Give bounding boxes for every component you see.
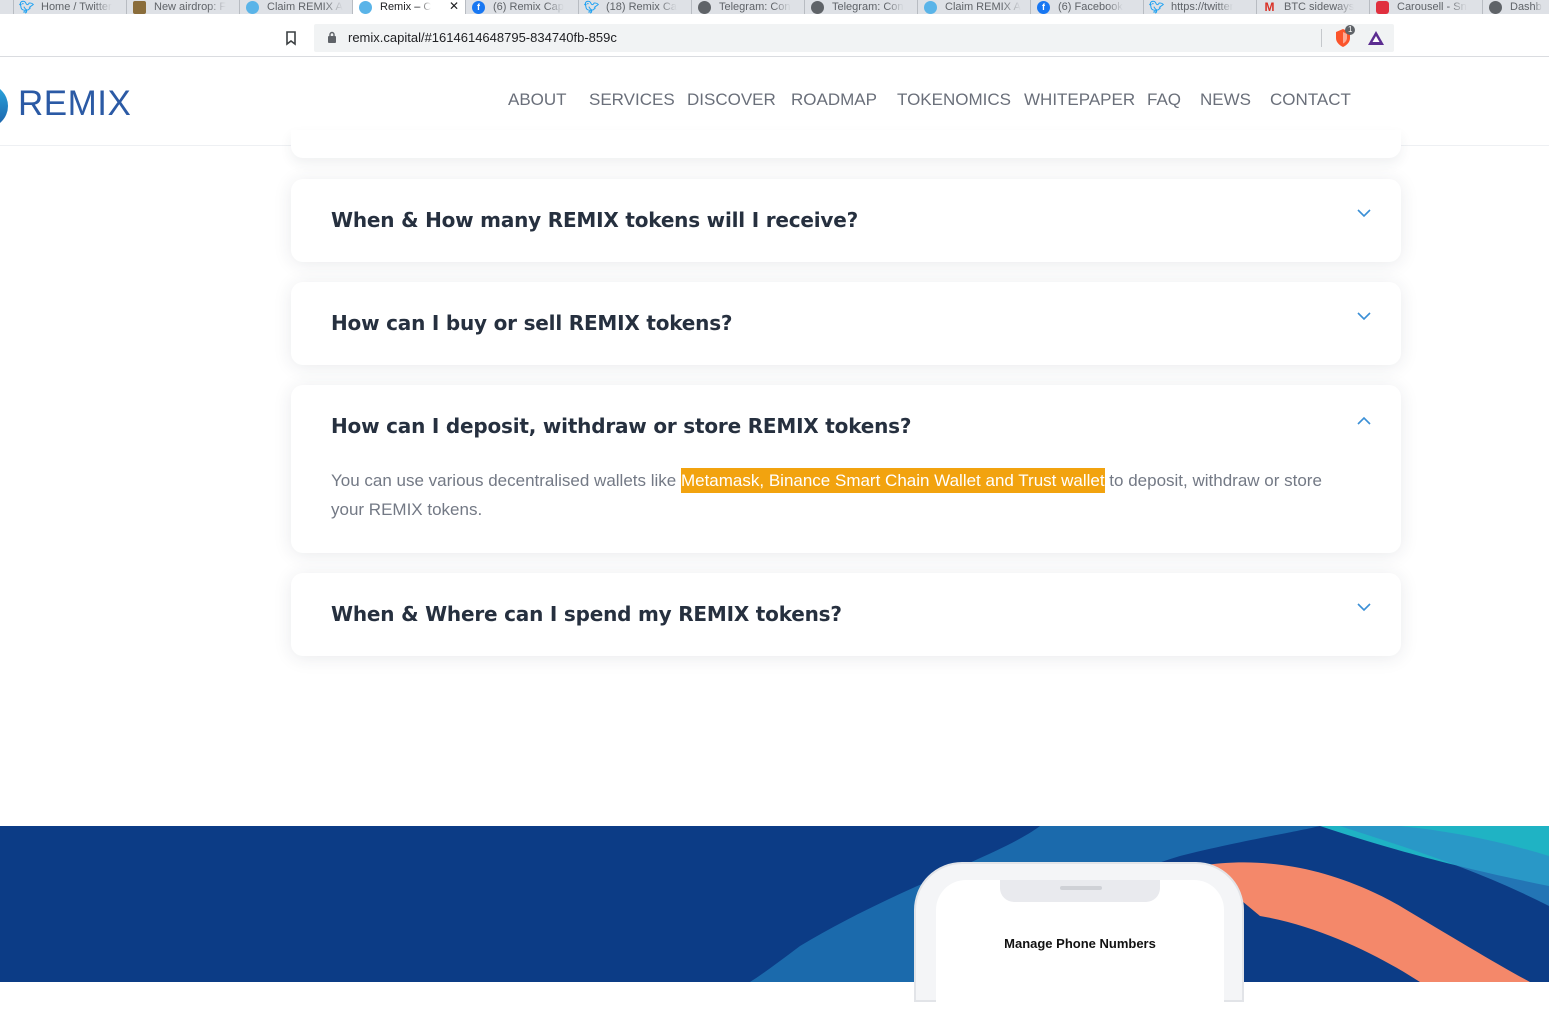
remix-icon xyxy=(924,0,937,14)
chevron-down-icon[interactable] xyxy=(1357,603,1371,612)
browser-tab[interactable]: Telegram: Con xyxy=(805,0,918,14)
facebook-icon: f xyxy=(1037,0,1050,14)
facebook-icon: f xyxy=(472,0,485,14)
remix-logo-icon[interactable] xyxy=(0,84,8,128)
address-bar[interactable]: remix.capital/#1614614648795-834740fb-85… xyxy=(314,24,1394,52)
twitter-icon: 🐦︎ xyxy=(18,0,35,14)
tab-title: https://twitter xyxy=(1171,1,1234,13)
nav-contact[interactable]: CONTACT xyxy=(1270,90,1351,110)
brave-rewards-icon[interactable] xyxy=(1367,30,1385,46)
bookmark-icon[interactable] xyxy=(283,30,299,46)
tab-title: Telegram: Con xyxy=(719,1,791,13)
twitter-icon: 🐦︎ xyxy=(583,0,600,14)
browser-tab[interactable]: Telegram: Con xyxy=(692,0,805,14)
browser-toolbar: remix.capital/#1614614648795-834740fb-85… xyxy=(0,14,1549,57)
browser-tab[interactable]: 🐦︎ (18) Remix Ca xyxy=(579,0,692,14)
faq-item[interactable]: When & How many REMIX tokens will I rece… xyxy=(291,179,1401,262)
tab-title: BTC sideways xyxy=(1284,1,1355,13)
browser-tab[interactable]: M BTC sideways xyxy=(1257,0,1370,14)
carousell-icon xyxy=(1376,0,1389,14)
gmail-icon: M xyxy=(1264,0,1275,14)
nav-services[interactable]: SERVICES xyxy=(589,90,675,110)
globe-icon xyxy=(811,0,824,14)
faq-item[interactable]: How can I buy or sell REMIX tokens? xyxy=(291,282,1401,365)
airdrop-icon xyxy=(133,0,146,14)
browser-tab-partial[interactable] xyxy=(0,0,14,14)
tab-title: New airdrop: F xyxy=(154,1,227,13)
browser-tab[interactable]: 🐦︎ Home / Twitter xyxy=(14,0,127,14)
tab-title: (6) Facebook xyxy=(1058,1,1123,13)
phone-screen-title: Manage Phone Numbers xyxy=(1004,936,1156,951)
chevron-down-icon[interactable] xyxy=(1357,312,1371,321)
tab-title: Home / Twitter xyxy=(41,1,112,13)
lock-icon xyxy=(328,31,336,43)
tab-title: Claim REMIX A xyxy=(945,1,1021,13)
tab-title: Telegram: Con xyxy=(832,1,904,13)
browser-tab[interactable]: 🐦︎ https://twitter xyxy=(1144,0,1257,14)
browser-tab[interactable]: Claim REMIX A xyxy=(240,0,353,14)
nav-tokenomics[interactable]: TOKENOMICS xyxy=(897,90,1011,110)
faq-question[interactable]: When & Where can I spend my REMIX tokens… xyxy=(331,602,842,626)
browser-tab[interactable]: f (6) Remix Cap xyxy=(466,0,579,14)
nav-roadmap[interactable]: ROADMAP xyxy=(791,90,877,110)
nav-discover[interactable]: DISCOVER xyxy=(687,90,776,110)
decorative-swoosh xyxy=(750,826,1549,982)
answer-text: You can use various decentralised wallet… xyxy=(331,471,681,490)
tab-title: Remix – C xyxy=(380,1,432,13)
nav-about[interactable]: ABOUT xyxy=(508,90,567,110)
url-text[interactable]: remix.capital/#1614614648795-834740fb-85… xyxy=(348,30,617,45)
faq-question[interactable]: When & How many REMIX tokens will I rece… xyxy=(331,208,858,232)
browser-tab[interactable]: f (6) Facebook xyxy=(1031,0,1144,14)
globe-icon xyxy=(1489,0,1502,14)
remix-icon xyxy=(359,0,372,14)
nav-faq[interactable]: FAQ xyxy=(1147,90,1181,110)
close-tab-icon[interactable]: ✕ xyxy=(449,0,459,13)
shield-count-badge: 1 xyxy=(1345,25,1356,35)
faq-item-expanded[interactable]: How can I deposit, withdraw or store REM… xyxy=(291,385,1401,553)
site-logo[interactable]: REMIX xyxy=(18,84,131,124)
tab-title: (6) Remix Cap xyxy=(493,1,564,13)
phone-screen: Manage Phone Numbers xyxy=(936,880,1224,1020)
phone-notch xyxy=(1000,880,1160,902)
nav-whitepaper[interactable]: WHITEPAPER xyxy=(1024,90,1135,110)
browser-tab[interactable]: Claim REMIX A xyxy=(918,0,1031,14)
tab-title: Claim REMIX A xyxy=(267,1,343,13)
tab-title: Carousell - Sn xyxy=(1397,1,1467,13)
tab-title: (18) Remix Ca xyxy=(606,1,677,13)
browser-tab[interactable]: New airdrop: F xyxy=(127,0,240,14)
divider xyxy=(1321,29,1322,47)
globe-icon xyxy=(698,0,711,14)
promo-band xyxy=(0,826,1549,982)
chevron-down-icon[interactable] xyxy=(1357,209,1371,218)
faq-answer: You can use various decentralised wallet… xyxy=(331,466,1341,524)
faq-item[interactable]: When & Where can I spend my REMIX tokens… xyxy=(291,573,1401,656)
chevron-up-icon[interactable] xyxy=(1357,416,1371,425)
faq-question[interactable]: How can I buy or sell REMIX tokens? xyxy=(331,311,733,335)
faq-card-partial xyxy=(291,130,1401,158)
selected-text: Metamask, Binance Smart Chain Wallet and… xyxy=(680,468,1105,493)
twitter-icon: 🐦︎ xyxy=(1148,0,1165,14)
browser-tab[interactable]: Dashb xyxy=(1483,0,1549,14)
faq-question[interactable]: How can I deposit, withdraw or store REM… xyxy=(331,414,911,438)
browser-tab-active[interactable]: Remix – C ✕ xyxy=(353,0,466,14)
browser-tab-strip: 🐦︎ Home / Twitter New airdrop: F Claim RE… xyxy=(0,0,1549,14)
phone-speaker xyxy=(1060,886,1102,890)
tab-title: Dashb xyxy=(1510,1,1542,13)
browser-tab[interactable]: Carousell - Sn xyxy=(1370,0,1483,14)
phone-mockup: Manage Phone Numbers xyxy=(914,862,1244,1020)
nav-news[interactable]: NEWS xyxy=(1200,90,1251,110)
remix-icon xyxy=(246,0,259,14)
